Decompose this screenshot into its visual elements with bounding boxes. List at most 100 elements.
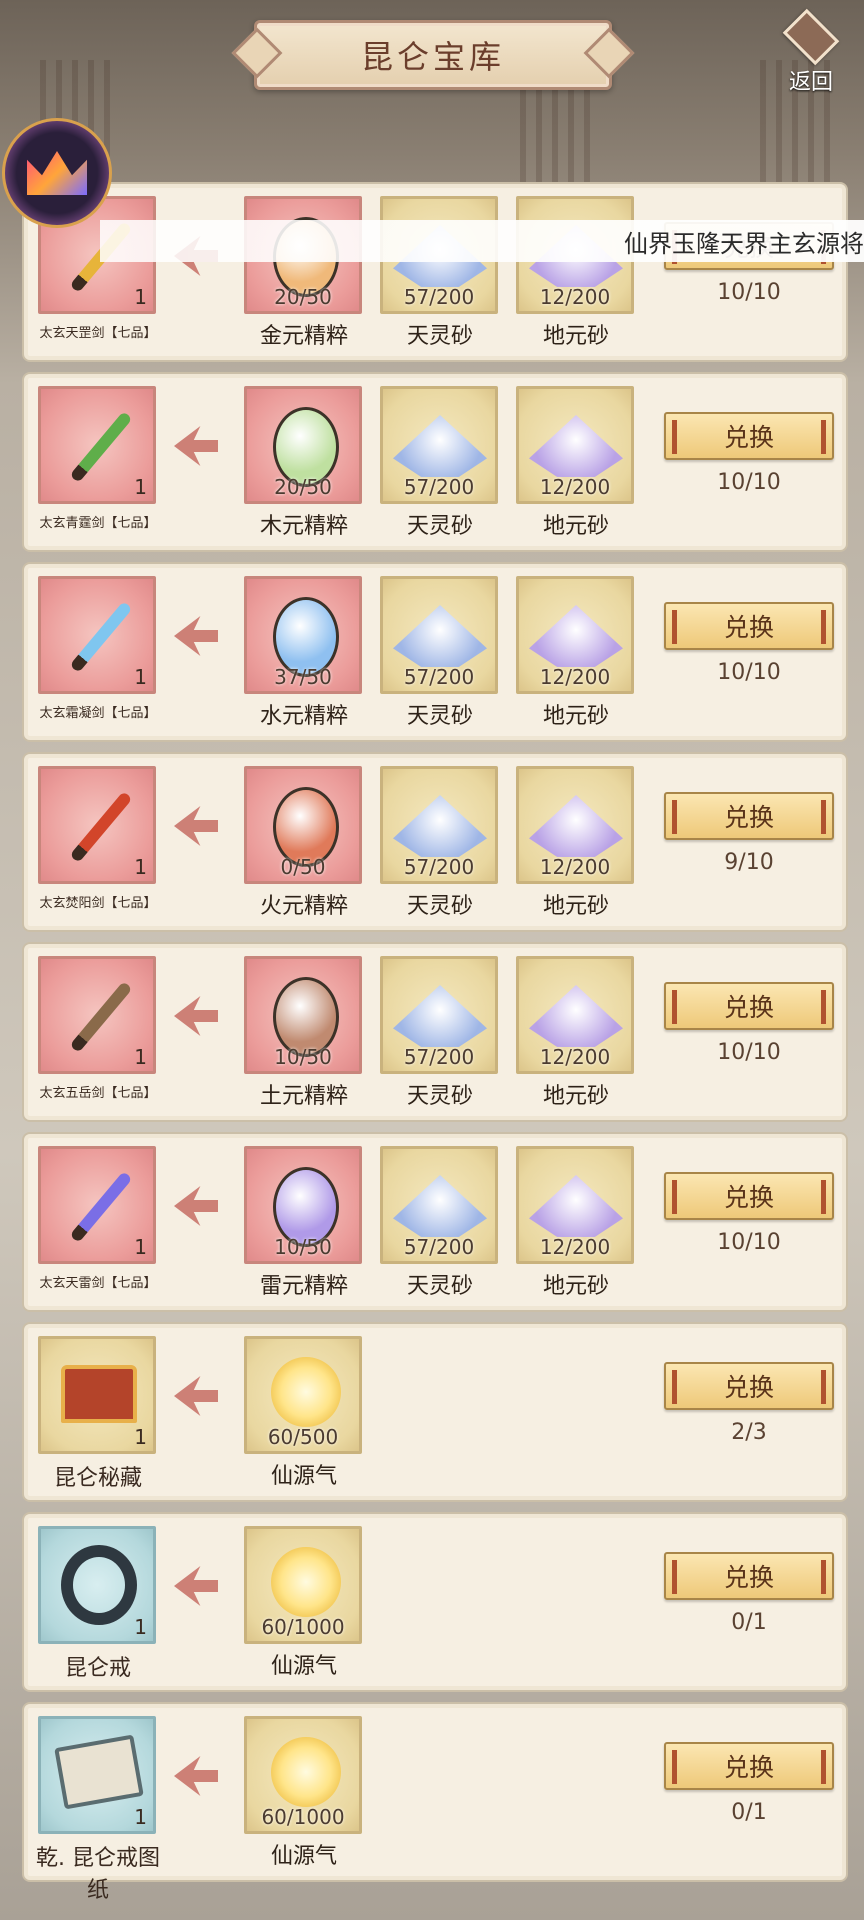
cost-slot[interactable]: 37/50 [244, 576, 362, 694]
reward-quantity: 1 [134, 1615, 147, 1639]
cost-count: 57/200 [403, 475, 475, 499]
immortal-qi-orb-icon [271, 1357, 341, 1427]
exchange-limit: 10/10 [717, 1230, 781, 1255]
cost-count: 60/1000 [261, 1805, 345, 1829]
cost-name: 地元砂 [542, 704, 609, 729]
exchange-arrow-icon [174, 806, 218, 846]
cost-slot[interactable]: 57/200 [380, 1146, 498, 1264]
back-arrow-icon [782, 8, 840, 66]
cost-name: 天灵砂 [406, 514, 473, 539]
exchange-button[interactable]: 兑换 [664, 792, 834, 840]
sky-sand-icon [393, 795, 487, 857]
cost-name: 天灵砂 [406, 704, 473, 729]
reward-quantity: 1 [134, 665, 147, 689]
sky-sand-icon [393, 415, 487, 477]
cost-name: 土元精粹 [259, 1084, 348, 1109]
cost-count: 12/200 [539, 855, 611, 879]
announcement-ticker: 仙界玉隆天界主玄源将 [100, 220, 864, 262]
cost-slot[interactable]: 0/50 [244, 766, 362, 884]
cost-slot[interactable]: 57/200 [380, 956, 498, 1074]
exchange-arrow-icon [174, 1376, 218, 1416]
cost-slot[interactable]: 12/200 [516, 956, 634, 1074]
reward-slot[interactable]: 1 [38, 956, 156, 1074]
cost-count: 57/200 [403, 665, 475, 689]
cost-slot[interactable]: 60/1000 [244, 1716, 362, 1834]
cost-slot[interactable]: 60/500 [244, 1336, 362, 1454]
cost-count: 0/50 [280, 855, 326, 879]
exchange-row: 1 太玄焚阳剑【七品】 0/50 火元精粹 57/200 天灵砂 12/200 地元砂 兑换 9/… [22, 752, 848, 932]
reward-quantity: 1 [134, 1045, 147, 1069]
exchange-limit: 9/10 [724, 850, 774, 875]
exchange-button[interactable]: 兑换 [664, 1742, 834, 1790]
exchange-button[interactable]: 兑换 [664, 1172, 834, 1220]
reward-name: 太玄焚阳剑【七品】 [39, 896, 157, 911]
cost-slot[interactable]: 12/200 [516, 766, 634, 884]
exchange-arrow-icon [174, 616, 218, 656]
cost-slot[interactable]: 57/200 [380, 386, 498, 504]
reward-name: 太玄天雷剑【七品】 [39, 1276, 157, 1291]
sword-icon [69, 1170, 133, 1244]
cost-name: 天灵砂 [406, 894, 473, 919]
cost-name: 火元精粹 [259, 894, 348, 919]
cost-count: 12/200 [539, 1235, 611, 1259]
exchange-row: 1 太玄五岳剑【七品】 10/50 土元精粹 57/200 天灵砂 12/200 地元砂 兑换 1… [22, 942, 848, 1122]
immortal-qi-orb-icon [271, 1547, 341, 1617]
cost-slot[interactable]: 20/50 [244, 386, 362, 504]
ring-icon [61, 1545, 137, 1625]
cost-slot[interactable]: 12/200 [516, 386, 634, 504]
reward-slot[interactable]: 1 [38, 386, 156, 504]
cost-name: 天灵砂 [406, 1084, 473, 1109]
cost-slot[interactable]: 12/200 [516, 576, 634, 694]
exchange-arrow-icon [174, 996, 218, 1036]
exchange-limit: 10/10 [717, 280, 781, 305]
reward-quantity: 1 [134, 285, 147, 309]
exchange-button[interactable]: 兑换 [664, 412, 834, 460]
cost-name: 天灵砂 [406, 1274, 473, 1299]
cost-name: 雷元精粹 [259, 1274, 348, 1299]
cost-count: 57/200 [403, 1235, 475, 1259]
reward-slot[interactable]: 1 [38, 576, 156, 694]
cost-slot[interactable]: 60/1000 [244, 1526, 362, 1644]
cost-slot[interactable]: 12/200 [516, 1146, 634, 1264]
sky-sand-icon [393, 985, 487, 1047]
cost-name: 仙源气 [270, 1654, 337, 1679]
exchange-button[interactable]: 兑换 [664, 1362, 834, 1410]
reward-slot[interactable]: 1 [38, 1526, 156, 1644]
cost-slot[interactable]: 10/50 [244, 956, 362, 1074]
cost-name: 地元砂 [542, 324, 609, 349]
exchange-limit: 10/10 [717, 1040, 781, 1065]
exchange-limit: 10/10 [717, 470, 781, 495]
cost-slot[interactable]: 57/200 [380, 576, 498, 694]
reward-slot[interactable]: 1 [38, 1716, 156, 1834]
exchange-limit: 0/1 [731, 1610, 767, 1635]
cost-slot[interactable]: 57/200 [380, 766, 498, 884]
avatar[interactable] [2, 118, 112, 228]
cost-name: 木元精粹 [259, 514, 348, 539]
exchange-button[interactable]: 兑换 [664, 602, 834, 650]
exchange-row: 1 乾. 昆仑戒图纸 60/1000 仙源气 兑换 0/1 [22, 1702, 848, 1903]
exchange-row: 1 昆仑秘藏 60/500 仙源气 兑换 2/3 [22, 1322, 848, 1502]
sword-icon [69, 790, 133, 864]
back-button[interactable]: 返回 [776, 8, 846, 96]
cost-name: 地元砂 [542, 1084, 609, 1109]
reward-slot[interactable]: 1 [38, 766, 156, 884]
cost-name: 地元砂 [542, 894, 609, 919]
reward-name: 太玄天罡剑【七品】 [39, 326, 157, 341]
reward-slot[interactable]: 1 [38, 1146, 156, 1264]
page-title: 昆仑宝库 [360, 38, 505, 76]
exchange-row: 1 太玄天雷剑【七品】 10/50 雷元精粹 57/200 天灵砂 12/200 地元砂 兑换 1… [22, 1132, 848, 1312]
exchange-row: 1太玄天罡剑【七品】20/50金元精粹57/200天灵砂12/200地元砂兑换1… [22, 182, 848, 362]
exchange-button[interactable]: 兑换 [664, 1552, 834, 1600]
cost-count: 10/50 [274, 1045, 332, 1069]
reward-quantity: 1 [134, 855, 147, 879]
cost-slot[interactable]: 10/50 [244, 1146, 362, 1264]
blueprint-scroll-icon [54, 1734, 144, 1810]
reward-slot[interactable]: 1 [38, 1336, 156, 1454]
exchange-row: 1 太玄霜凝剑【七品】 37/50 水元精粹 57/200 天灵砂 12/200 地元砂 兑换 1… [22, 562, 848, 742]
exchange-limit: 10/10 [717, 660, 781, 685]
cost-count: 10/50 [274, 1235, 332, 1259]
reward-quantity: 1 [134, 1235, 147, 1259]
cost-count: 20/50 [274, 475, 332, 499]
reward-name: 昆仑戒 [64, 1656, 131, 1681]
exchange-button[interactable]: 兑换 [664, 982, 834, 1030]
